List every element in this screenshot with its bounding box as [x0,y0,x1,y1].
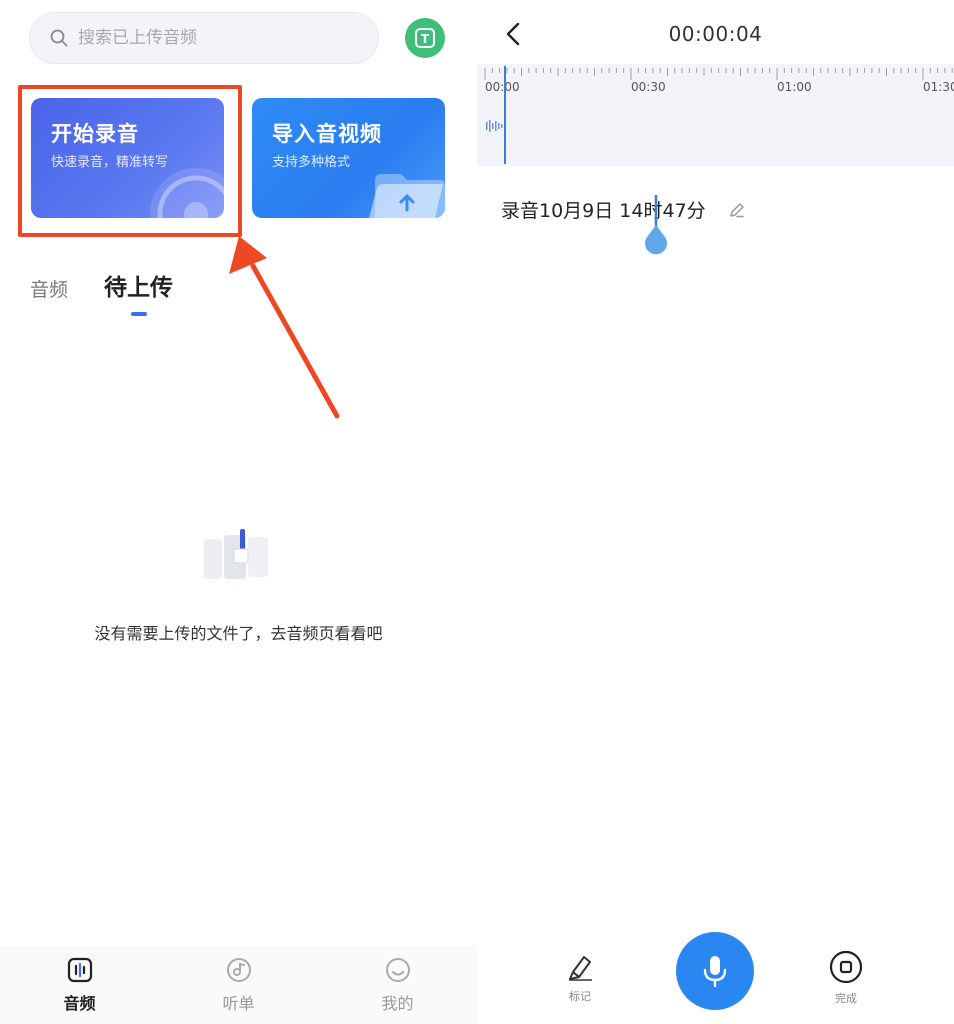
search-bar[interactable] [29,12,379,64]
search-input[interactable] [78,28,358,48]
folder-icon [369,174,445,218]
nav-label: 我的 [381,994,414,1013]
tick-label: 00:00 [485,80,520,94]
audio-list-icon [67,957,92,983]
waveform-timeline[interactable]: 00:00 00:30 01:00 01:30 [477,64,954,166]
empty-state-message: 没有需要上传的文件了，去音频页看看吧 [94,624,383,643]
smiley-icon [385,958,410,982]
mark-button[interactable]: 标记 [565,952,595,1004]
recording-timer: 00:00:04 [668,22,763,46]
translate-icon: T [415,28,435,48]
tab-audio[interactable]: 音频 [30,275,68,302]
done-label: 完成 [835,992,857,1005]
tick-label: 01:30 [923,80,954,94]
waveform [486,120,503,132]
tick-label: 00:30 [631,80,666,94]
import-media-card[interactable]: 导入音视频 支持多种格式 [252,98,445,218]
nav-audio[interactable]: 音频 [35,956,125,1014]
tab-pending-upload[interactable]: 待上传 [104,268,173,302]
mark-label: 标记 [569,990,591,1003]
recording-screen: 00:00:04 00:00 00:30 01:00 01:30 录音10月9日… [477,0,954,1024]
tick-label: 01:00 [777,80,812,94]
recording-title[interactable]: 录音10月9日 14时47分 [501,196,746,223]
playhead-pin[interactable] [643,195,669,255]
nav-profile[interactable]: 我的 [353,956,443,1014]
nav-playlist[interactable]: 听单 [194,956,284,1014]
card-subtitle: 支持多种格式 [272,155,351,170]
arrow-annotation [229,236,340,419]
recording-title-text: 录音10月9日 14时47分 [501,200,706,222]
home-screen: T 开始录音 快速录音，精准转写 导入音视频 支持多种格式 音频 待上传 [0,0,477,1024]
avatar[interactable]: T [405,18,445,58]
stop-icon [829,950,863,984]
tab-bar: 音频 待上传 [30,268,209,302]
microphone-icon [703,956,727,988]
timeline-ruler: 00:00 00:30 01:00 01:30 [484,66,954,164]
pencil-icon[interactable] [728,201,746,219]
empty-state-illustration [204,529,268,579]
highlight-box [18,85,242,237]
music-disc-icon [226,958,251,982]
avatar-label: T [421,32,430,46]
nav-label: 音频 [63,994,96,1013]
microphone-button[interactable] [676,932,754,1010]
done-button[interactable]: 完成 [829,950,863,1006]
search-icon [48,27,70,49]
nav-label: 听单 [222,994,255,1013]
highlighter-icon [569,956,592,981]
bottom-nav: 音频 听单 我的 [0,946,477,1024]
card-title: 导入音视频 [272,122,382,146]
